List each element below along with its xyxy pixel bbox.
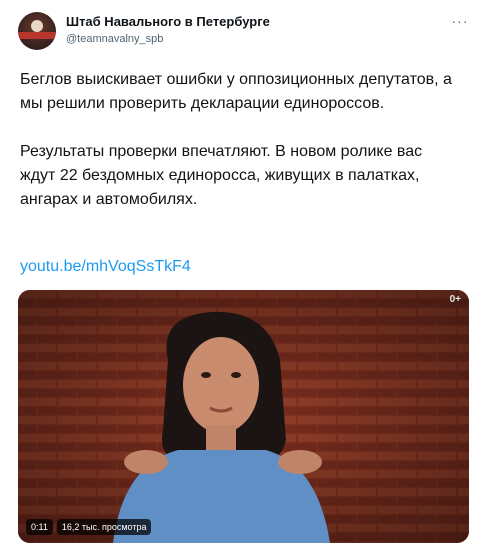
avatar-band	[18, 32, 56, 39]
account-name[interactable]: Штаб Навального в Петербурге	[66, 14, 270, 29]
video-views: 16,2 тыс. просмотра	[56, 519, 152, 535]
more-dots-icon[interactable]: ···	[450, 13, 470, 29]
video-link[interactable]: youtu.be/mhVoqSsTkF4	[20, 258, 191, 276]
video-thumbnail	[18, 290, 469, 543]
tweet-paragraph-2: Результаты проверки впечатляют. В новом …	[20, 143, 423, 208]
tweet-text: Беглов выискивает ошибки у оппозиционных…	[20, 68, 460, 212]
account-handle[interactable]: @teamnavalny_spb	[66, 33, 163, 45]
tweet-paragraph-1: Беглов выискивает ошибки у оппозиционных…	[20, 71, 452, 112]
avatar-logo-icon	[31, 20, 43, 32]
avatar[interactable]	[18, 12, 56, 50]
tweet-card[interactable]: Штаб Навального в Петербурге @teamnavaln…	[0, 0, 486, 559]
video-duration: 0:11	[26, 519, 53, 535]
video-player[interactable]: 0+ 0:11 16,2 тыс. просмотра	[18, 290, 469, 543]
age-rating-badge: 0+	[449, 294, 461, 305]
video-stats: 0:11 16,2 тыс. просмотра	[26, 519, 152, 535]
